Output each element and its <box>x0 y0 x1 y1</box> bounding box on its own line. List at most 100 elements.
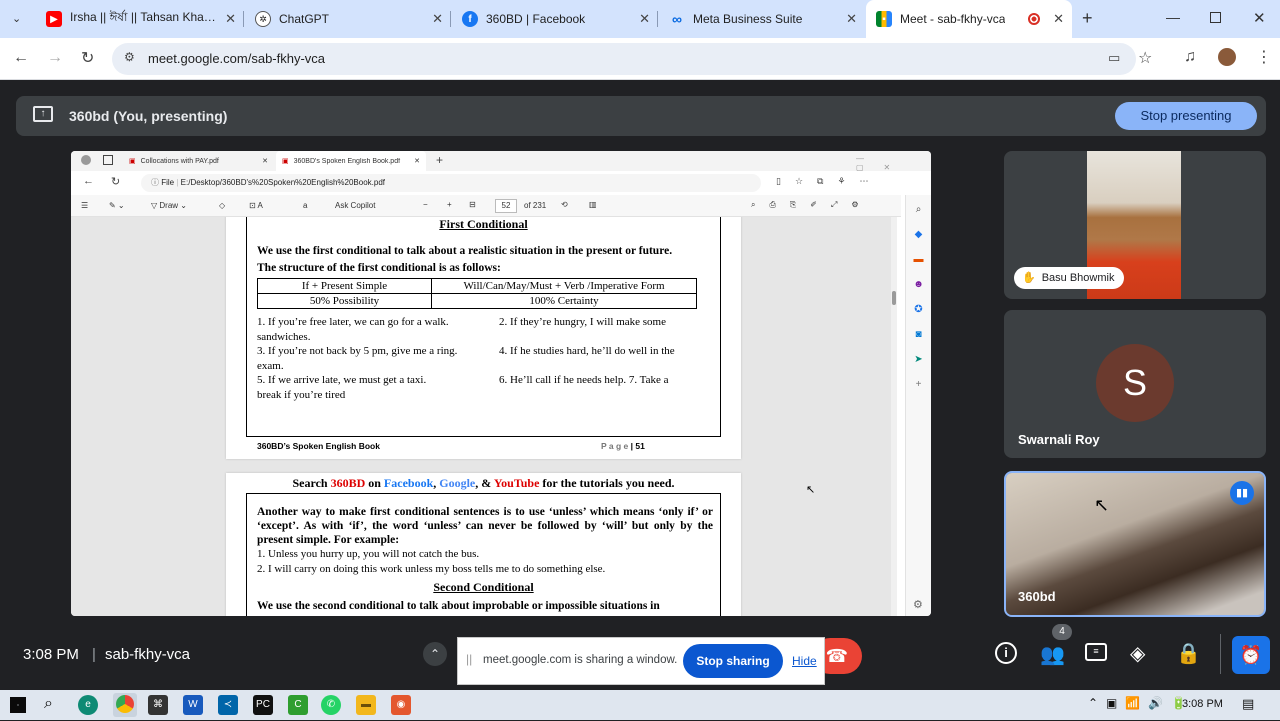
hide-link[interactable]: Hide <box>792 654 817 668</box>
shopping-icon: ▬ <box>913 254 924 265</box>
edge-tab-title: Collocations with PAY.pdf <box>140 157 219 165</box>
profile-avatar-icon[interactable] <box>1218 48 1236 66</box>
pdf-page-51: First Conditional We use the first condi… <box>226 217 741 459</box>
chrome-icon[interactable] <box>113 693 137 717</box>
meta-icon: ∞ <box>672 11 682 27</box>
meeting-info-icon[interactable]: i <box>995 642 1017 664</box>
share-banner: || meet.google.com is sharing a window. … <box>457 637 825 685</box>
new-tab-icon[interactable]: + <box>1082 8 1093 29</box>
minimize-icon[interactable]: — <box>1166 9 1180 25</box>
avatar: S <box>1096 344 1174 422</box>
drag-handle-icon[interactable]: || <box>466 652 472 666</box>
participant-tile-self[interactable]: ▮▮ 360bd ↖ <box>1004 471 1266 617</box>
zoom-in-icon: + <box>447 200 452 209</box>
edge-url-box: ⓘ File | E:/Desktop/360BD's%20Spoken%20E… <box>141 174 761 192</box>
close-tab-icon[interactable]: ✕ <box>846 11 857 27</box>
ask-copilot: Ask Copilot <box>335 201 376 210</box>
notification-icon[interactable]: ▤ <box>1242 696 1254 712</box>
page-number-input: 52 <box>495 199 517 213</box>
zoom-out-icon: − <box>423 200 428 209</box>
tray-icons[interactable]: ⌃▣📶🔊🔋 <box>1088 696 1194 710</box>
host-controls-icon[interactable]: 🔒 <box>1176 641 1201 666</box>
page-count: of 231 <box>524 201 547 210</box>
presenting-label: 360bd (You, presenting) <box>69 108 228 124</box>
participant-name: 360bd <box>1018 589 1056 604</box>
activities-icon[interactable]: ◈ <box>1130 641 1145 666</box>
vscode-icon[interactable]: ≺ <box>218 695 238 715</box>
reload-icon[interactable]: ↻ <box>81 48 94 68</box>
close-tab-icon[interactable]: ✕ <box>639 11 650 27</box>
draw-tool: ▽ Draw ⌄ <box>151 201 187 210</box>
tab-meet[interactable]: ▪ Meet - sab-fkhy-vca ✕ <box>866 0 1072 38</box>
participant-name: Basu Bhowmik <box>1041 272 1115 284</box>
youtube-icon: ▶ <box>46 11 62 27</box>
info-icon: ⓘ <box>151 178 162 187</box>
word-icon[interactable]: W <box>183 695 203 715</box>
games-icon: ✪ <box>914 304 923 315</box>
edge-window-controls: —▢✕ <box>856 154 911 172</box>
profile-icon <box>81 155 91 165</box>
windows-start-icon[interactable] <box>10 697 26 713</box>
unless-paragraph: Another way to make first conditional se… <box>257 506 713 546</box>
people-icon: ☻ <box>913 279 924 290</box>
more-controls-chevron-icon[interactable]: ⌃ <box>423 642 447 666</box>
browser-tab-strip: ⌄ ▶ Irsha || ঈর্ষা || Tahsan Khan || ✕ ✲… <box>0 0 1280 38</box>
timer-button[interactable]: ⏰ <box>1232 636 1270 674</box>
tab-facebook[interactable]: f 360BD | Facebook ✕ <box>452 0 658 38</box>
meeting-time: 3:08 PM <box>23 646 79 663</box>
search-icon: ⌕ <box>915 204 922 215</box>
stop-sharing-button[interactable]: Stop sharing <box>683 644 783 678</box>
url-text: meet.google.com/sab-fkhy-vca <box>148 51 326 66</box>
forward-icon[interactable]: → <box>47 49 63 67</box>
participant-tile[interactable]: S Swarnali Roy <box>1004 310 1266 458</box>
file-explorer-icon[interactable]: ▬ <box>356 695 376 715</box>
address-bar[interactable]: ⚙ meet.google.com/sab-fkhy-vca ▭ <box>112 43 1136 75</box>
tab-youtube[interactable]: ▶ Irsha || ঈর্ষা || Tahsan Khan || ✕ <box>36 0 244 38</box>
table-cell: Will/Can/May/Must + Verb /Imperative For… <box>431 278 697 294</box>
close-tab-icon[interactable]: ✕ <box>225 11 236 27</box>
edge-new-tab-icon: + <box>436 153 444 167</box>
send-icon: ➤ <box>914 354 923 365</box>
search-icon[interactable]: ⌕ <box>44 695 53 713</box>
restore-icon[interactable] <box>1210 12 1221 23</box>
meet-controls-bar: 3:08 PM | sab-fkhy-vca ⌃ ☎ || meet.googl… <box>0 620 1280 690</box>
example-text: 2. If they’re hungry, I will make some <box>499 316 666 328</box>
whatsapp-icon[interactable]: ✆ <box>321 695 341 715</box>
browser-menu-icon[interactable]: ⋮ <box>1256 47 1272 67</box>
media-controls-icon[interactable]: ♫ <box>1184 48 1196 66</box>
people-icon[interactable]: 👥 <box>1040 642 1065 667</box>
back-icon[interactable]: ← <box>13 49 29 67</box>
chat-icon[interactable]: ≡ <box>1085 643 1107 661</box>
tab-chatgpt[interactable]: ✲ ChatGPT ✕ <box>245 0 451 38</box>
browser-toolbar: ← → ↻ ⚙ meet.google.com/sab-fkhy-vca ▭ ☆… <box>0 38 1280 80</box>
stop-presenting-button[interactable]: Stop presenting <box>1115 102 1257 130</box>
close-tab-icon[interactable]: ✕ <box>432 11 443 27</box>
edge-address-bar: ← ↻ ⓘ File | E:/Desktop/360BD's%20Spoken… <box>71 171 931 195</box>
intro-text: We use the first conditional to talk abo… <box>257 245 673 257</box>
pdf-icon: ▣ <box>129 158 136 165</box>
mouse-cursor-icon: ↖ <box>806 484 816 496</box>
settings-icon: ⚙ <box>913 599 923 611</box>
mouse-cursor-icon: ↖ <box>1094 495 1110 515</box>
recorder-icon[interactable]: ◉ <box>391 695 411 715</box>
tab-meta-business[interactable]: ∞ Meta Business Suite ✕ <box>659 0 865 38</box>
pycharm-icon[interactable]: PC <box>253 695 273 715</box>
app-icon[interactable]: ⌘ <box>148 695 168 715</box>
bookmark-star-icon[interactable]: ☆ <box>1138 48 1152 68</box>
close-window-icon[interactable]: ✕ <box>1253 9 1266 27</box>
site-info-icon[interactable]: ⚙ <box>124 50 135 64</box>
participant-tile[interactable]: ✋ Basu Bhowmik <box>1004 151 1266 299</box>
edge-icon[interactable]: e <box>78 695 98 715</box>
tab-search-chevron-icon[interactable]: ⌄ <box>12 12 21 25</box>
tab-actions-icon <box>103 155 113 165</box>
camtasia-icon[interactable]: C <box>288 695 308 715</box>
camera-icon[interactable]: ▭ <box>1108 50 1120 66</box>
shared-screen: ▣ Collocations with PAY.pdf ✕ ▣ 360BD's … <box>71 151 931 616</box>
page-footer-title: 360BD’s Spoken English Book <box>257 441 380 451</box>
pdf-viewport: First Conditional We use the first condi… <box>71 217 897 616</box>
close-tab-icon[interactable]: ✕ <box>1053 11 1064 27</box>
facebook-icon: f <box>462 11 478 27</box>
presenting-bar: ↑ 360bd (You, presenting) Stop presentin… <box>16 96 1266 136</box>
tab-title: ChatGPT <box>279 12 330 26</box>
pdf-icon: ▣ <box>282 158 289 165</box>
